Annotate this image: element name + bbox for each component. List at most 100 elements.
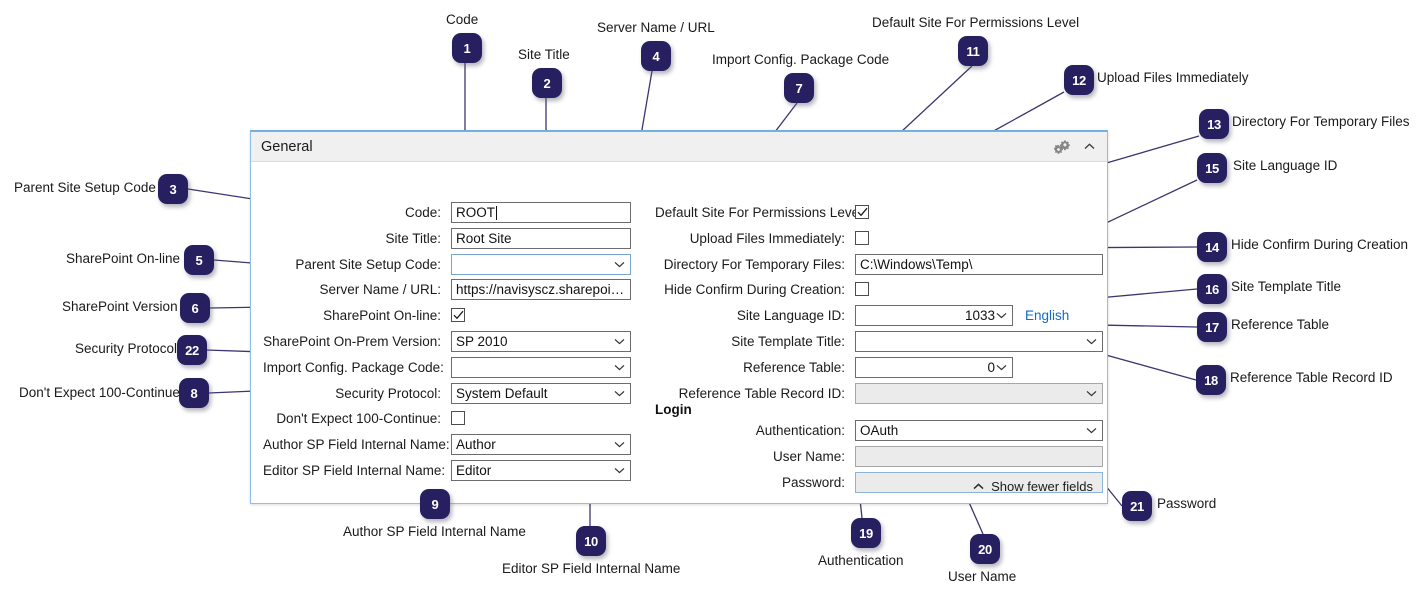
input-directory-for-temporary-files[interactable]: C:\Windows\Temp\ xyxy=(855,254,1103,275)
field-label-user-name: User Name: xyxy=(772,449,845,464)
field-label-security-protocol: Security Protocol: xyxy=(335,386,441,401)
value-authentication: OAuth xyxy=(860,423,899,438)
annotation-label-19: Authentication xyxy=(818,553,904,568)
annotation-badge-6: 6 xyxy=(180,293,210,323)
value-sharepoint-on-prem-version: SP 2010 xyxy=(456,334,508,349)
field-label-sharepoint-on-prem-version: SharePoint On-Prem Version: xyxy=(263,334,441,349)
field-label-don-t-expect-100-continue: Don't Expect 100-Continue: xyxy=(276,411,441,426)
annotation-badge-13: 13 xyxy=(1199,109,1229,139)
annotation-label-6: SharePoint Version xyxy=(62,299,178,314)
annotation-badge-21: 21 xyxy=(1122,491,1152,521)
chevron-down-icon[interactable] xyxy=(613,441,626,448)
input-site-title[interactable]: Root Site xyxy=(451,228,631,249)
field-label-upload-files-immediately: Upload Files Immediately: xyxy=(689,231,845,246)
checkbox-sharepoint-on-line[interactable] xyxy=(451,308,465,322)
annotation-label-10: Editor SP Field Internal Name xyxy=(502,561,681,576)
checkbox-upload-files-immediately[interactable] xyxy=(855,231,869,245)
chevron-down-icon[interactable] xyxy=(1085,338,1098,345)
annotation-label-9: Author SP Field Internal Name xyxy=(343,524,526,539)
annotation-label-17: Reference Table xyxy=(1231,317,1330,332)
show-fewer-fields-label: Show fewer fields xyxy=(991,479,1093,494)
annotation-badge-12: 12 xyxy=(1064,65,1094,95)
annotation-badge-15: 15 xyxy=(1197,153,1227,183)
text-cursor xyxy=(496,206,497,220)
show-fewer-fields-button[interactable]: Show fewer fields xyxy=(973,479,1093,494)
input-server-name-url[interactable]: https://navisyscz.sharepoint.co... xyxy=(451,279,631,300)
annotation-label-21: Password xyxy=(1157,496,1217,511)
annotation-badge-17: 17 xyxy=(1197,312,1227,342)
annotation-label-15: Site Language ID xyxy=(1233,158,1338,173)
annotation-label-2: Site Title xyxy=(518,47,570,62)
field-label-import-config-package-code: Import Config. Package Code: xyxy=(263,360,444,375)
dropdown-site-template-title[interactable] xyxy=(855,331,1103,352)
dropdown-authentication[interactable]: OAuth xyxy=(855,420,1103,441)
field-label-password: Password: xyxy=(781,475,845,490)
value-directory-for-temporary-files: C:\Windows\Temp\ xyxy=(860,257,973,272)
annotation-badge-9: 9 xyxy=(420,489,450,519)
annotation-badge-19: 19 xyxy=(851,518,881,548)
checkbox-hide-confirm-during-creation[interactable] xyxy=(855,282,869,296)
leader-16 xyxy=(1097,288,1198,299)
field-label-editor-sp-field-internal-name: Editor SP Field Internal Name: xyxy=(263,463,446,478)
dropdown-reference-table[interactable]: 0 xyxy=(855,357,1013,378)
dropdown-editor-sp-field-internal-name[interactable]: Editor xyxy=(451,460,631,481)
field-label-hide-confirm-during-creation: Hide Confirm During Creation: xyxy=(664,282,845,297)
dropdown-sharepoint-on-prem-version[interactable]: SP 2010 xyxy=(451,331,631,352)
annotation-badge-8: 8 xyxy=(179,378,209,408)
chevron-down-icon[interactable] xyxy=(613,261,626,268)
annotation-badge-2: 2 xyxy=(532,68,562,98)
value-editor-sp-field-internal-name: Editor xyxy=(456,463,492,478)
chevron-down-icon[interactable] xyxy=(995,312,1008,319)
chevron-down-icon[interactable] xyxy=(613,364,626,371)
language-name-link[interactable]: English xyxy=(1025,308,1069,323)
field-label-server-name-url: Server Name / URL: xyxy=(319,282,441,297)
chevron-down-icon[interactable] xyxy=(613,467,626,474)
annotation-label-8: Don't Expect 100-Continue xyxy=(19,385,180,400)
panel-header: General xyxy=(251,132,1107,162)
dropdown-author-sp-field-internal-name[interactable]: Author xyxy=(451,434,631,455)
value-reference-table: 0 xyxy=(987,360,995,375)
dropdown-parent-site-setup-code[interactable] xyxy=(451,254,631,275)
annotation-label-12: Upload Files Immediately xyxy=(1097,70,1249,85)
chevron-down-icon[interactable] xyxy=(613,338,626,345)
leader-18 xyxy=(1094,351,1197,381)
annotation-badge-16: 16 xyxy=(1197,274,1227,304)
value-site-title: Root Site xyxy=(456,231,512,246)
dropdown-site-language-id[interactable]: 1033 xyxy=(855,305,1013,326)
chevron-up-icon xyxy=(973,481,984,493)
annotation-badge-18: 18 xyxy=(1196,365,1226,395)
annotation-badge-7: 7 xyxy=(784,73,814,103)
annotation-badge-10: 10 xyxy=(576,526,606,556)
annotation-badge-20: 20 xyxy=(970,534,1000,564)
value-security-protocol: System Default xyxy=(456,386,548,401)
annotation-label-14: Hide Confirm During Creation xyxy=(1231,237,1409,252)
annotation-label-20: User Name xyxy=(948,569,1017,584)
field-label-author-sp-field-internal-name: Author SP Field Internal Name: xyxy=(263,437,450,452)
chevron-down-icon[interactable] xyxy=(1085,390,1098,397)
chevron-up-icon[interactable] xyxy=(1080,143,1099,150)
annotation-badge-3: 3 xyxy=(158,174,188,204)
annotation-badge-1: 1 xyxy=(452,33,482,63)
gears-icon[interactable] xyxy=(1054,139,1070,154)
dropdown-import-config-package-code[interactable] xyxy=(451,357,631,378)
annotation-badge-5: 5 xyxy=(184,245,214,275)
chevron-down-icon[interactable] xyxy=(1085,427,1098,434)
input-code[interactable]: ROOT xyxy=(451,202,631,223)
field-label-authentication: Authentication: xyxy=(755,423,845,438)
annotation-badge-11: 11 xyxy=(958,36,988,66)
general-settings-panel: General Code: ROOT Site Title: Root Site Par… xyxy=(250,130,1108,504)
field-label-directory-for-temporary-files: Directory For Temporary Files: xyxy=(663,257,845,272)
field-label-default-site-for-permissions-level: Default Site For Permissions Level: xyxy=(655,205,866,220)
field-label-site-template-title: Site Template Title: xyxy=(731,334,845,349)
field-label-parent-site-setup-code: Parent Site Setup Code: xyxy=(295,257,441,272)
checkbox-don-t-expect-100-continue[interactable] xyxy=(451,411,465,425)
chevron-down-icon[interactable] xyxy=(613,390,626,397)
annotation-label-5: SharePoint On-line xyxy=(66,251,181,266)
field-label-code: Code: xyxy=(404,205,441,220)
annotation-label-16: Site Template Title xyxy=(1231,279,1342,294)
checkbox-default-site-for-permissions-level[interactable] xyxy=(855,205,869,219)
annotation-label-7: Import Config. Package Code xyxy=(712,52,890,67)
dropdown-security-protocol[interactable]: System Default xyxy=(451,383,631,404)
annotation-label-13: Directory For Temporary Files xyxy=(1232,114,1410,129)
chevron-down-icon[interactable] xyxy=(995,364,1008,371)
